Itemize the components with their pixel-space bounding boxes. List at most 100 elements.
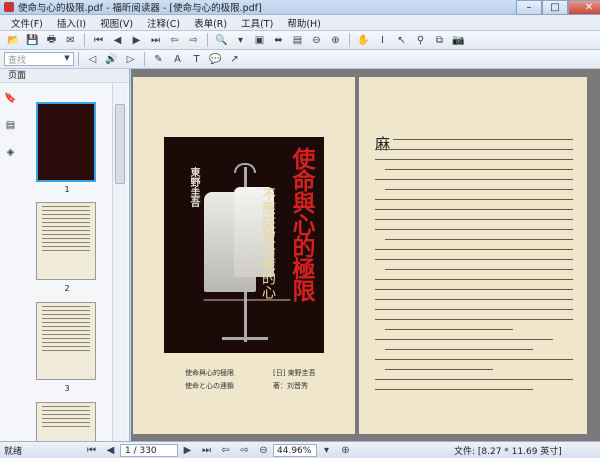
- print-icon[interactable]: 🖶: [44, 33, 59, 48]
- highlight-icon[interactable]: A: [170, 52, 185, 67]
- menu-help[interactable]: 帮助(H): [280, 16, 328, 30]
- secondary-toolbar: 查找 ▼ ◁ 🔊 ▷ ✎ A T 💬 ↗: [0, 50, 600, 69]
- tts-icon[interactable]: ▷: [123, 52, 138, 67]
- pages-panel-title: 页面: [0, 69, 129, 83]
- separator: [349, 33, 350, 47]
- menu-file[interactable]: 文件(F): [4, 16, 50, 30]
- thumbnail-4[interactable]: [36, 402, 96, 441]
- last-page-icon[interactable]: ⏭: [199, 443, 214, 458]
- zoom-in-icon[interactable]: 🔍: [214, 33, 229, 48]
- book-cover: 使命與心的極限 不應該被治癒的心 東野圭吾 ━━━━━━━━━━━━━━━━━━…: [164, 137, 324, 353]
- pages-panel: 页面 🔖 ▤ ◈ 1 2 3: [0, 69, 130, 441]
- thumbnail-label: 3: [64, 384, 70, 393]
- thumbnail-2[interactable]: [36, 202, 96, 280]
- back-icon[interactable]: ⇦: [218, 443, 233, 458]
- email-icon[interactable]: ✉: [63, 33, 78, 48]
- comment-icon[interactable]: 💬: [208, 52, 223, 67]
- caption-author: [日] 東野圭吾: [273, 369, 316, 377]
- first-page-icon[interactable]: ⏮: [84, 443, 99, 458]
- zoom-in-icon[interactable]: ⊕: [338, 443, 353, 458]
- minimize-button[interactable]: –: [516, 0, 542, 15]
- fit-width-icon[interactable]: ⬌: [271, 33, 286, 48]
- page-right: 麻: [359, 77, 587, 434]
- thumbnail-label: 1: [64, 185, 70, 194]
- pages-icon[interactable]: ▤: [3, 118, 18, 133]
- zoom-out-icon[interactable]: ⊖: [309, 33, 324, 48]
- first-page-icon[interactable]: ⏮: [91, 33, 106, 48]
- title-bar: 使命与心的极限.pdf - 福昕阅读器 - [使命与心的极限.pdf]: [0, 0, 600, 15]
- maximize-button[interactable]: □: [542, 0, 568, 15]
- select-tool-icon[interactable]: ↖: [394, 33, 409, 48]
- document-view[interactable]: 使命與心的極限 不應該被治癒的心 東野圭吾 ━━━━━━━━━━━━━━━━━━…: [131, 69, 600, 441]
- cover-author: 東野圭吾: [188, 167, 199, 207]
- rewind-icon[interactable]: ◁: [85, 52, 100, 67]
- binoculars-icon[interactable]: ⚲: [413, 33, 428, 48]
- status-bar: 就绪 ⏮ ◀ 1 / 330 ▶ ⏭ ⇦ ⇨ ⊖ 44.96% ▾ ⊕ 文件: …: [0, 441, 600, 458]
- window-title: 使命与心的极限.pdf - 福昕阅读器 - [使命与心的极限.pdf]: [18, 3, 262, 14]
- app-icon: [4, 2, 14, 12]
- save-icon[interactable]: 💾: [25, 33, 40, 48]
- thumbnail-list[interactable]: 1 2 3: [26, 84, 108, 441]
- page-number-input[interactable]: 1 / 330: [120, 443, 178, 457]
- arrow-icon[interactable]: ↗: [227, 52, 242, 67]
- panel-tabs: 🔖 ▤ ◈: [3, 87, 25, 168]
- menu-insert[interactable]: 插入(I): [50, 16, 93, 30]
- hand-tool-icon[interactable]: ✋: [356, 33, 371, 48]
- note-icon[interactable]: ✎: [151, 52, 166, 67]
- separator: [84, 33, 85, 47]
- bookmarks-icon[interactable]: 🔖: [3, 91, 18, 106]
- next-page-icon[interactable]: ▶: [180, 443, 195, 458]
- menu-comment[interactable]: 注释(C): [140, 16, 187, 30]
- caption-title: 使命與心的極限: [185, 369, 234, 377]
- separator: [207, 33, 208, 47]
- menu-form[interactable]: 表单(R): [187, 16, 234, 30]
- zoom-dropdown-icon[interactable]: ▾: [233, 33, 248, 48]
- prev-page-icon[interactable]: ◀: [103, 443, 118, 458]
- cover-blurb: ━━━━━━━━━━━━━━━━━━━━━━━━: [203, 297, 291, 304]
- prev-page-icon[interactable]: ◀: [110, 33, 125, 48]
- open-icon[interactable]: 📂: [6, 33, 21, 48]
- main-toolbar: 📂 💾 🖶 ✉ ⏮ ◀ ▶ ⏭ ⇦ ⇨ 🔍 ▾ ▣ ⬌ ▤ ⊖ ⊕ ✋ I ↖ …: [0, 31, 600, 50]
- thumbnail-label: 2: [64, 284, 70, 293]
- zoom-dropdown-icon[interactable]: ▾: [319, 443, 334, 458]
- thumbnail-3[interactable]: [36, 302, 96, 380]
- zoom-input[interactable]: 44.96%: [273, 443, 317, 457]
- audio-icon[interactable]: 🔊: [104, 52, 119, 67]
- page-size-text: 文件: [8.27 * 11.69 英寸]: [454, 446, 562, 457]
- zoom-in-plus-icon[interactable]: ⊕: [328, 33, 343, 48]
- scrollbar-thumb[interactable]: [115, 104, 125, 184]
- back-icon[interactable]: ⇦: [167, 33, 182, 48]
- menu-tools[interactable]: 工具(T): [234, 16, 280, 30]
- textbox-icon[interactable]: T: [189, 52, 204, 67]
- actual-size-icon[interactable]: ▤: [290, 33, 305, 48]
- page-text: [375, 139, 573, 399]
- caption-translator: 著：刘晋秀: [273, 382, 308, 390]
- forward-icon[interactable]: ⇨: [186, 33, 201, 48]
- zoom-out-icon[interactable]: ⊖: [256, 443, 271, 458]
- separator: [144, 52, 145, 66]
- stand-base: [222, 337, 268, 340]
- status-text: 就绪: [4, 446, 23, 457]
- page-left: 使命與心的極限 不應該被治癒的心 東野圭吾 ━━━━━━━━━━━━━━━━━━…: [133, 77, 355, 434]
- menu-bar: 文件(F) 插入(I) 视图(V) 注释(C) 表单(R) 工具(T) 帮助(H…: [0, 15, 600, 31]
- caption-original: 使命と心の連鎖: [185, 382, 234, 390]
- forward-icon[interactable]: ⇨: [237, 443, 252, 458]
- next-page-icon[interactable]: ▶: [129, 33, 144, 48]
- chevron-down-icon[interactable]: ▼: [62, 54, 72, 64]
- camera-icon[interactable]: 📷: [451, 33, 466, 48]
- page-navigator: ⏮ ◀ 1 / 330 ▶ ⏭ ⇦ ⇨ ⊖ 44.96% ▾ ⊕: [82, 443, 355, 458]
- search-input[interactable]: 查找 ▼: [4, 52, 74, 66]
- thumbnail-1[interactable]: [36, 102, 96, 182]
- layers-icon[interactable]: ◈: [3, 145, 18, 160]
- snapshot-icon[interactable]: ⧉: [432, 33, 447, 48]
- close-button[interactable]: ✕: [568, 0, 600, 15]
- cover-title: 使命與心的極限: [288, 147, 315, 301]
- thumbnail-scrollbar[interactable]: [112, 84, 127, 441]
- window-controls: – □ ✕: [516, 0, 600, 15]
- fit-page-icon[interactable]: ▣: [252, 33, 267, 48]
- last-page-icon[interactable]: ⏭: [148, 33, 163, 48]
- menu-view[interactable]: 视图(V): [93, 16, 140, 30]
- cover-subtitle: 不應該被治癒的心: [260, 187, 276, 299]
- select-text-icon[interactable]: I: [375, 33, 390, 48]
- separator: [78, 52, 79, 66]
